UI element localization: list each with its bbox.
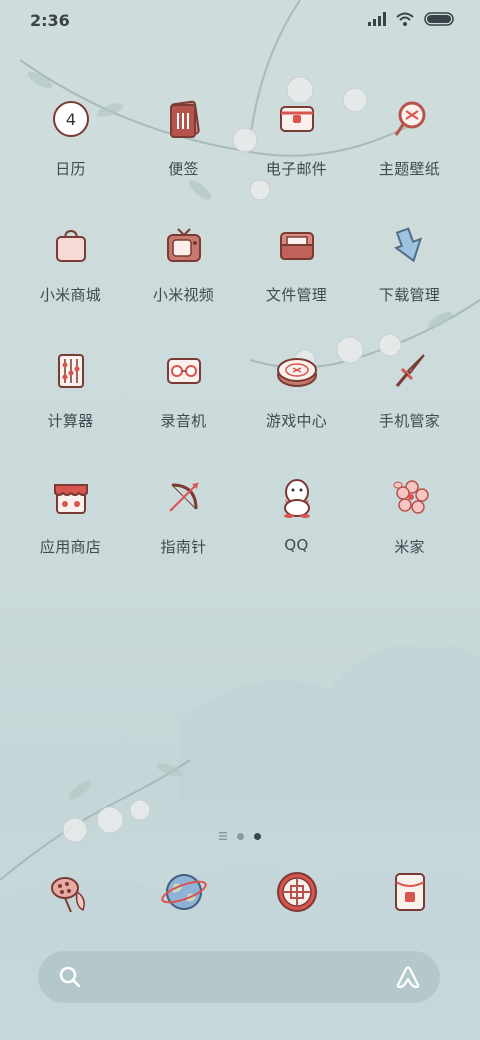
app-app-store[interactable]: 应用商店: [14, 474, 127, 600]
app-label: 小米视频: [152, 286, 215, 304]
tv-icon: [166, 228, 201, 262]
app-theme[interactable]: 主题壁纸: [353, 96, 466, 222]
app-label: 主题壁纸: [378, 160, 441, 178]
app-label: 下载管理: [378, 286, 441, 304]
app-label: 电子邮件: [265, 160, 328, 178]
app-email[interactable]: 电子邮件: [240, 96, 353, 222]
status-bar: 2:36: [0, 0, 480, 42]
folder-icon: [279, 232, 314, 260]
page-dot: [237, 832, 244, 840]
status-time: 2:36: [30, 11, 70, 30]
download-arrow-icon: [393, 227, 422, 263]
abacus-icon: [57, 354, 84, 388]
app-label: 录音机: [160, 412, 207, 430]
app-label: 小米商城: [39, 286, 102, 304]
app-label: 文件管理: [265, 286, 328, 304]
app-grid: 4 日历 便签 电子邮件 主题壁纸 小米商城 小米视频 文件管理 下载管理 计算…: [14, 96, 466, 600]
page-list-icon: [219, 832, 227, 840]
app-calendar[interactable]: 4 日历: [14, 96, 127, 222]
app-calculator[interactable]: 计算器: [14, 348, 127, 474]
app-mi-store[interactable]: 小米商城: [14, 222, 127, 348]
shop-stall-icon: [53, 484, 88, 514]
email-icon: [279, 106, 314, 132]
app-file-manager[interactable]: 文件管理: [240, 222, 353, 348]
search-bar[interactable]: [38, 951, 440, 1003]
cassette-icon: [166, 358, 201, 384]
app-label: 米家: [394, 538, 425, 556]
signal-icon: [368, 12, 386, 26]
globe-icon: [160, 874, 207, 910]
bow-arrow-icon: [168, 482, 199, 512]
window-lattice-icon: [276, 872, 317, 912]
app-label: QQ: [284, 536, 309, 554]
dock: [14, 868, 466, 916]
message-card-icon: [394, 873, 425, 911]
shopping-bag-icon: [55, 229, 86, 262]
app-game-center[interactable]: 游戏中心: [240, 348, 353, 474]
blossom-icon: [393, 480, 429, 514]
battery-icon: [424, 12, 454, 26]
app-compass[interactable]: 指南针: [127, 474, 240, 600]
assistant-icon[interactable]: [394, 965, 422, 989]
penguin-icon: [283, 479, 310, 518]
app-mi-home[interactable]: 米家: [353, 474, 466, 600]
calendar-icon: 4: [52, 101, 89, 137]
search-icon[interactable]: [58, 965, 82, 989]
app-label: 指南针: [160, 538, 207, 556]
app-qq[interactable]: QQ: [240, 474, 353, 600]
app-recorder[interactable]: 录音机: [127, 348, 240, 474]
xiangqi-piece-icon: [276, 358, 317, 387]
dock-app-1[interactable]: [47, 868, 95, 916]
app-label: 便签: [168, 160, 199, 178]
page-dot-active: [254, 832, 261, 840]
wifi-icon: [396, 12, 414, 26]
app-label: 应用商店: [39, 538, 102, 556]
app-notes[interactable]: 便签: [127, 96, 240, 222]
calendar-date: 4: [65, 110, 75, 129]
sword-icon: [395, 354, 425, 387]
dock-app-4[interactable]: [386, 868, 434, 916]
theme-fan-icon: [394, 101, 425, 136]
dock-app-3[interactable]: [273, 868, 321, 916]
app-label: 游戏中心: [265, 412, 328, 430]
app-label: 手机管家: [378, 412, 441, 430]
page-indicator[interactable]: [0, 829, 480, 843]
app-mi-video[interactable]: 小米视频: [127, 222, 240, 348]
app-security[interactable]: 手机管家: [353, 348, 466, 474]
notes-icon: [169, 100, 200, 138]
app-label: 日历: [55, 160, 86, 178]
app-downloads[interactable]: 下载管理: [353, 222, 466, 348]
dock-app-2[interactable]: [160, 868, 208, 916]
lotus-pod-icon: [50, 877, 85, 913]
app-label: 计算器: [47, 412, 94, 430]
